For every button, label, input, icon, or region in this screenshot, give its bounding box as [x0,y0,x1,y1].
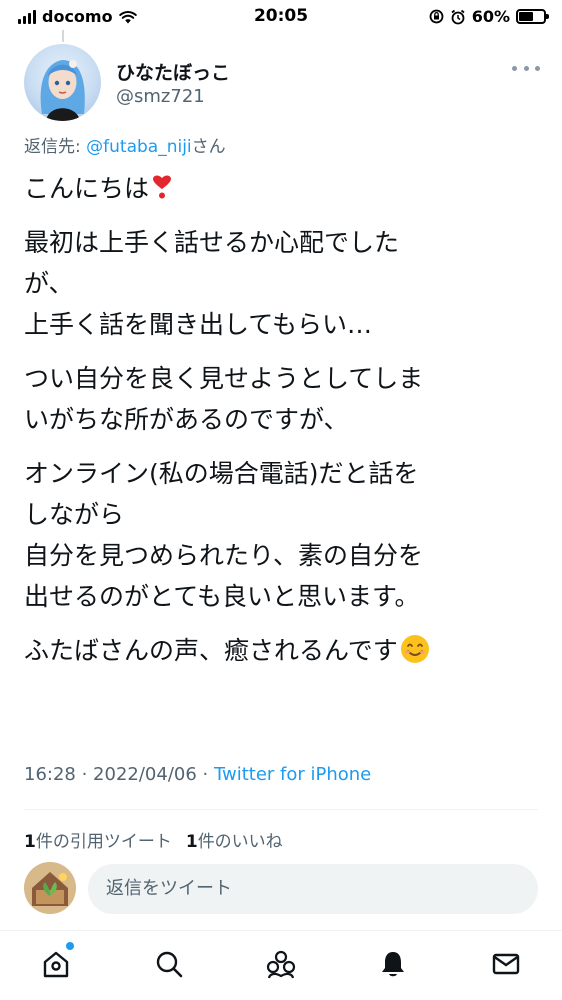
tweet-line: つい自分を良く見せようとしてしま [24,364,424,393]
author-handle[interactable]: @smz721 [116,86,205,107]
tweet-time: 16:28 [24,764,76,785]
tweet-paragraph: 最初は上手く話せるか心配でした が、 上手く話を聞き出してもらい… [24,222,544,345]
reply-suffix: さん [191,137,226,157]
notification-dot [66,942,75,950]
tweet-line: いがちな所があるのですが、 [24,405,349,434]
tweet-text: こんにちは 最初は上手く話せるか心配でした が、 上手く話を聞き出してもらい… … [24,168,544,684]
messages-icon[interactable] [487,945,525,983]
home-icon[interactable] [37,942,75,983]
quote-tweets-link[interactable]: 1件の引用ツイート [24,827,172,852]
like-count: 1 [185,832,198,852]
rotation-lock-icon [429,9,444,24]
tweet-line: こんにちは [24,174,150,203]
quote-count: 1 [24,832,36,852]
tweet-line: が、 [24,269,74,298]
tweet-line: 上手く話を聞き出してもらい… [24,310,373,339]
current-user-avatar[interactable] [24,862,76,914]
search-icon[interactable] [150,945,188,983]
more-options-icon[interactable] [512,60,540,76]
tweet-stats: 1件の引用ツイート 1件のいいね [24,827,283,852]
heart-exclamation-icon [153,175,171,199]
replying-to: 返信先: @futaba_nijiさん [24,132,226,157]
meta-separator: · [75,764,94,785]
tweet-line: オンライン(私の場合電話)だと話を [24,459,419,488]
tweet-line: 最初は上手く話せるか心配でした [24,228,400,257]
author-avatar[interactable] [24,44,101,121]
communities-icon[interactable] [262,945,300,983]
battery-icon [516,9,549,24]
meta-separator: · [196,764,214,785]
quote-label: 件の引用ツイート [35,832,172,852]
thread-line [62,30,64,42]
tweet-line: 自分を見つめられたり、素の自分を [24,541,424,570]
reply-mention-link[interactable]: @futaba_niji [86,137,192,157]
tab-bar [0,930,562,1000]
smiling-face-icon [400,635,429,663]
alarm-icon [451,9,465,24]
reply-prefix: 返信先: [24,137,87,157]
status-bar: docomo 20:05 60% [0,0,562,34]
tweet-paragraph: オンライン(私の場合電話)だと話を しながら 自分を見つめられたり、素の自分を … [24,453,544,617]
tweet-line: ふたばさんの声、癒されるんです [24,636,398,665]
author-name[interactable]: ひなたぼっこ [116,58,230,85]
tweet-paragraph: こんにちは [24,168,544,209]
tweet-source-link[interactable]: Twitter for iPhone [214,764,371,785]
tweet-paragraph: つい自分を良く見せようとしてしま いがちな所があるのですが、 [24,358,544,440]
divider [24,809,538,810]
notifications-icon[interactable] [374,945,412,983]
tweet-line: しながら [24,500,125,529]
tweet-meta: 16:28 · 2022/04/06 · Twitter for iPhone [24,764,371,785]
tweet-paragraph: ふたばさんの声、癒されるんです [24,630,544,671]
likes-link[interactable]: 1件のいいね [186,827,283,852]
tweet-line: 出せるのがとても良いと思います。 [24,582,420,611]
tweet-date: 2022/04/06 [93,764,197,785]
status-right: 60% [429,7,549,26]
battery-percent: 60% [471,7,510,26]
like-label: 件のいいね [197,832,283,852]
reply-input[interactable]: 返信をツイート [88,864,538,914]
